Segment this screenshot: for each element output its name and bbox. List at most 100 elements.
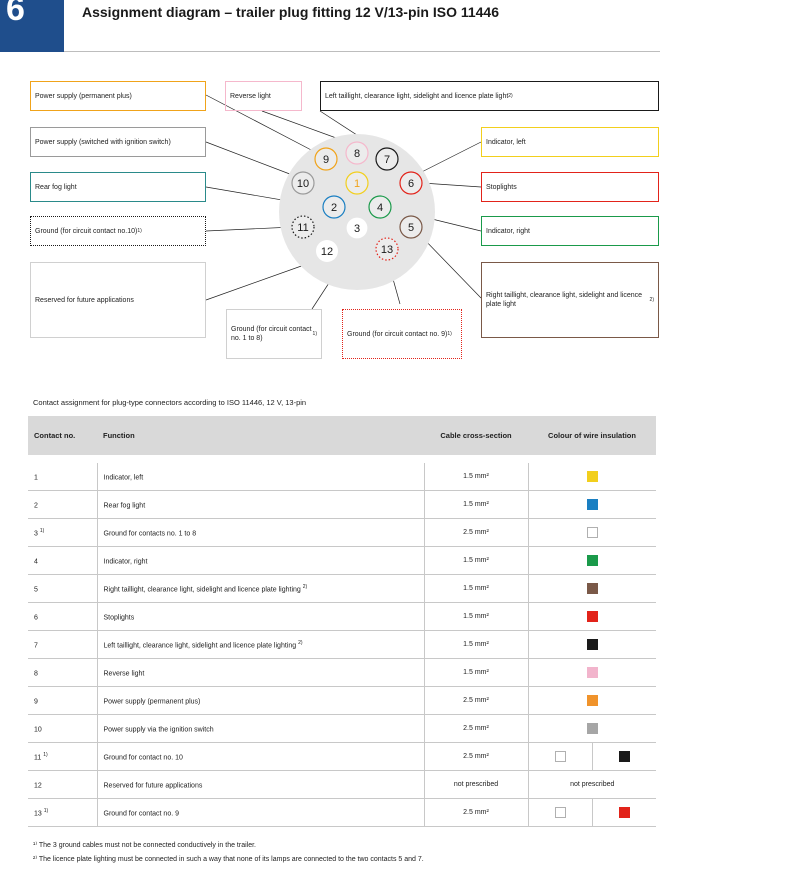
callout-text: Left taillight, clearance light, sidelig… <box>325 92 509 100</box>
header-colour: Colour of wire insulation <box>528 416 656 455</box>
color-swatch-green <box>586 555 598 566</box>
contact-value: 8 <box>34 670 38 678</box>
contact-no: 4 <box>28 546 98 575</box>
color-swatch-white <box>554 807 566 818</box>
callout-text: Stoplights <box>486 183 517 191</box>
contact-value: 12 <box>34 782 42 790</box>
colour-cell <box>528 490 656 519</box>
colour-text: not prescribed <box>528 770 656 799</box>
leader-line <box>421 182 482 188</box>
cable-cross-section: 2.5 mm² <box>424 714 529 743</box>
callout-reserved: Reserved for future applications <box>30 262 206 338</box>
colour-cell <box>528 602 656 631</box>
function: Reserved for future applications <box>97 770 425 799</box>
contact-value: 13 <box>34 810 42 818</box>
callout-text: Ground (for circuit contact no. 1 to 8) <box>231 326 312 342</box>
function-text: Ground for contact no. 10 <box>103 754 183 762</box>
color-swatch-black <box>586 639 598 650</box>
contact-no: 1 <box>28 463 98 491</box>
callout-text: Power supply (switched with ignition swi… <box>35 138 171 146</box>
contact-value: 1 <box>34 474 38 482</box>
callout-rear-fog: Rear fog light <box>30 172 206 202</box>
function: Indicator, right <box>97 546 425 575</box>
color-swatch-brown <box>586 583 598 594</box>
pin-label: 1 <box>354 178 360 190</box>
callout-text: Rear fog light <box>35 183 77 191</box>
table-row: 5 Right taillight, clearance light, side… <box>28 574 656 603</box>
function-text: Power supply via the ignition switch <box>103 726 214 734</box>
colour-cell <box>528 630 656 659</box>
pin-label: 13 <box>381 244 393 256</box>
table-caption: Contact assignment for plug-type connect… <box>33 398 307 407</box>
callout-power-ignition: Power supply (switched with ignition swi… <box>30 127 206 157</box>
color-swatch-pink <box>586 667 598 678</box>
pin-label: 3 <box>354 223 360 235</box>
leader-line <box>205 226 294 232</box>
footnote-ref: 1) <box>447 330 452 337</box>
contact-value: 2 <box>34 502 38 510</box>
callout-reverse-light: Reverse light <box>225 81 302 111</box>
pin-label: 5 <box>408 222 414 234</box>
colour-cell <box>528 546 656 575</box>
callout-indicator-left: Indicator, left <box>481 127 659 157</box>
contact-no: 11 1) <box>28 742 98 771</box>
cable-cross-section: not prescribed <box>424 770 529 799</box>
function: Rear fog light <box>97 490 425 519</box>
leader-line <box>205 141 296 177</box>
header-cable: Cable cross-section <box>424 416 528 455</box>
color-swatch-blue <box>586 499 598 510</box>
color-swatch-grey <box>586 723 598 734</box>
function-text: Ground for contacts no. 1 to 8 <box>103 530 197 538</box>
callout-ground-10: Ground (for circuit contact no.10) 1) <box>30 216 206 246</box>
contact-value: 11 <box>34 754 42 762</box>
contact-no: 13 1) <box>28 798 98 827</box>
colour-cell <box>528 714 656 743</box>
contact-table: Contact no. Function Cable cross-section… <box>28 416 656 827</box>
table-row: 9 Power supply (permanent plus) 2.5 mm² <box>28 686 656 715</box>
cable-cross-section: 1.5 mm² <box>424 463 529 491</box>
header-contact: Contact no. <box>28 416 97 455</box>
contact-no: 2 <box>28 490 98 519</box>
pin-label: 12 <box>321 246 333 258</box>
header-function: Function <box>97 416 424 455</box>
callout-text: Ground (for circuit contact no. 9) <box>347 330 448 338</box>
color-swatch-orange <box>586 695 598 706</box>
contact-no: 5 <box>28 574 98 603</box>
contact-value: 7 <box>34 642 38 650</box>
function: Indicator, left <box>97 463 425 491</box>
pin-8: 8 <box>345 141 369 165</box>
pin-label: 7 <box>384 154 390 166</box>
contact-no: 9 <box>28 686 98 715</box>
pin-5: 5 <box>399 215 423 239</box>
callout-power-permanent: Power supply (permanent plus) <box>30 81 206 111</box>
callout-text: Ground (for circuit contact no.10) <box>35 227 138 235</box>
function: Reverse light <box>97 658 425 687</box>
pin-label: 2 <box>331 202 337 214</box>
contact-no: 12 <box>28 770 98 799</box>
function: Power supply (permanent plus) <box>97 686 425 715</box>
callout-ground-9: Ground (for circuit contact no. 9) 1) <box>342 309 462 359</box>
function: Ground for contact no. 9 <box>97 798 425 827</box>
colour-cell <box>528 686 656 715</box>
table-row: 2 Rear fog light 1.5 mm² <box>28 490 656 519</box>
colour-cell <box>528 463 656 491</box>
callout-text: Power supply (permanent plus) <box>35 92 132 100</box>
callout-left-taillight: Left taillight, clearance light, sidelig… <box>320 81 659 111</box>
footnote-2: ²⁾ The licence plate lighting must be co… <box>33 856 424 863</box>
function: Right taillight, clearance light, sideli… <box>97 574 425 603</box>
table-spacer <box>28 455 656 463</box>
callout-indicator-right: Indicator, right <box>481 216 659 246</box>
pin-11: 11 <box>291 215 315 239</box>
footnote-ref: 1) <box>43 751 48 758</box>
callout-text: Reverse light <box>230 92 271 100</box>
pin-12: 12 <box>316 240 338 262</box>
function-text: Reserved for future applications <box>103 782 203 790</box>
contact-value: 10 <box>34 726 42 734</box>
contact-value: 5 <box>34 586 38 594</box>
callout-text: Reserved for future applications <box>35 296 134 304</box>
callout-stoplights: Stoplights <box>481 172 659 202</box>
cable-cross-section: 2.5 mm² <box>424 742 529 771</box>
function-text: Left taillight, clearance light, sidelig… <box>103 642 297 650</box>
function-text: Ground for contact no. 9 <box>103 810 180 818</box>
pin-13: 13 <box>375 237 399 261</box>
